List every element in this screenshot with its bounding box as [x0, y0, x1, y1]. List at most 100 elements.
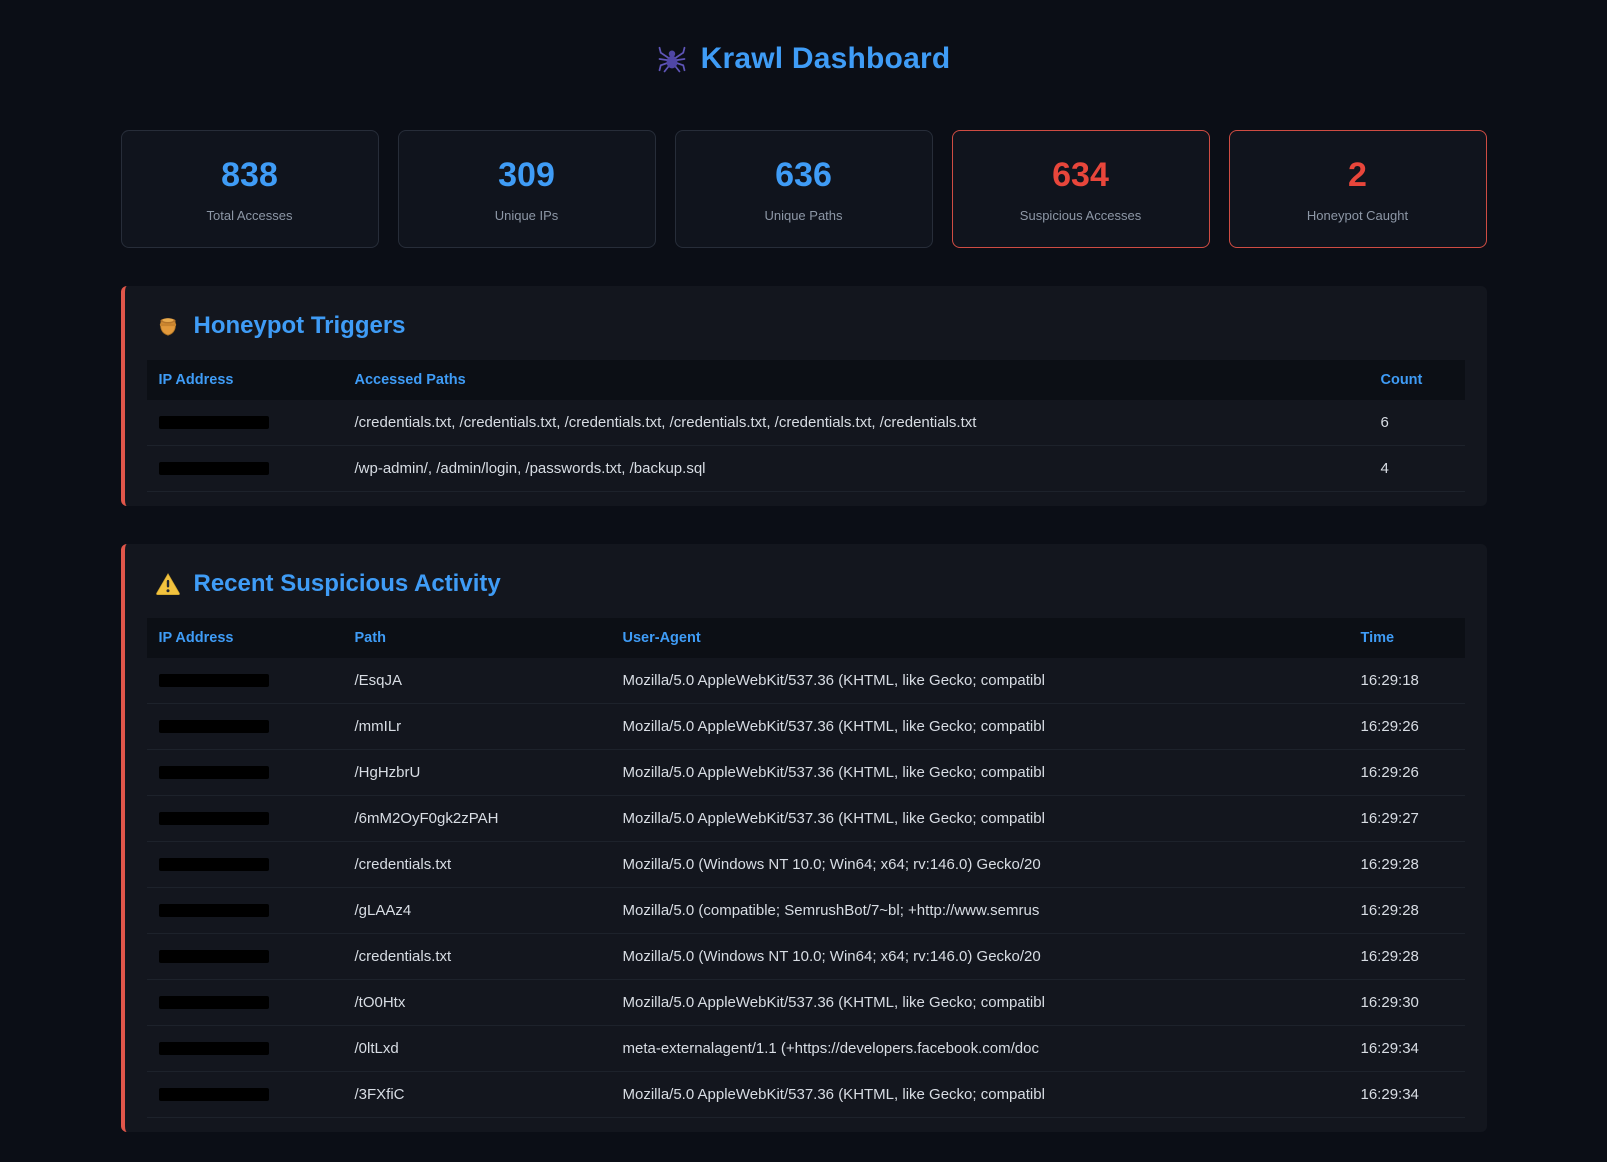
redacted-ip-bar — [159, 996, 269, 1009]
honeypot-table: IP Address Accessed Paths Count /credent… — [147, 360, 1465, 492]
ip-address-cell — [147, 703, 343, 749]
path-cell: /0ltLxd — [343, 1025, 611, 1071]
ip-address-cell — [147, 400, 343, 446]
stat-label: Suspicious Accesses — [963, 208, 1199, 223]
stat-value: 636 — [686, 157, 922, 194]
column-ip-address: IP Address — [147, 360, 343, 400]
header-row: IP Address Path User-Agent Time — [147, 618, 1465, 658]
count-cell: 6 — [1369, 400, 1465, 446]
suspicious-table-row: /credentials.txt Mozilla/5.0 (Windows NT… — [147, 841, 1465, 887]
stat-card-unique-paths: 636 Unique Paths — [675, 130, 933, 247]
redacted-ip-bar — [159, 950, 269, 963]
count-cell: 4 — [1369, 445, 1465, 491]
ip-address-cell — [147, 1071, 343, 1117]
time-cell: 16:29:28 — [1349, 887, 1465, 933]
time-cell: 16:29:18 — [1349, 658, 1465, 704]
honeypot-table-body: /credentials.txt, /credentials.txt, /cre… — [147, 400, 1465, 492]
ip-address-cell — [147, 795, 343, 841]
user-agent-cell: Mozilla/5.0 (Windows NT 10.0; Win64; x64… — [611, 933, 1349, 979]
stat-value: 2 — [1240, 157, 1476, 194]
time-cell: 16:29:26 — [1349, 703, 1465, 749]
honeypot-table-row: /wp-admin/, /admin/login, /passwords.txt… — [147, 445, 1465, 491]
suspicious-table-body: /EsqJA Mozilla/5.0 AppleWebKit/537.36 (K… — [147, 658, 1465, 1118]
stat-label: Total Accesses — [132, 208, 368, 223]
redacted-ip-bar — [159, 1042, 269, 1055]
page-title: Krawl Dashboard — [701, 42, 951, 76]
time-cell: 16:29:30 — [1349, 979, 1465, 1025]
dashboard-container: Krawl Dashboard 838 Total Accesses 309 U… — [121, 0, 1487, 1162]
path-cell: /3FXfiC — [343, 1071, 611, 1117]
spider-icon — [657, 44, 687, 74]
path-cell: /mmILr — [343, 703, 611, 749]
ip-address-cell — [147, 749, 343, 795]
user-agent-cell: Mozilla/5.0 (compatible; SemrushBot/7~bl… — [611, 887, 1349, 933]
stat-card-suspicious-accesses: 634 Suspicious Accesses — [952, 130, 1210, 247]
ip-address-cell — [147, 979, 343, 1025]
redacted-ip-bar — [159, 1088, 269, 1101]
redacted-ip-bar — [159, 462, 269, 475]
suspicious-table-row: /0ltLxd meta-externalagent/1.1 (+https:/… — [147, 1025, 1465, 1071]
accessed-paths-cell: /credentials.txt, /credentials.txt, /cre… — [343, 400, 1369, 446]
honeypot-section-heading: Honeypot Triggers — [155, 312, 1465, 340]
path-cell: /credentials.txt — [343, 841, 611, 887]
redacted-ip-bar — [159, 904, 269, 917]
stat-label: Unique IPs — [409, 208, 645, 223]
time-cell: 16:29:28 — [1349, 933, 1465, 979]
column-time: Time — [1349, 618, 1465, 658]
path-cell: /EsqJA — [343, 658, 611, 704]
user-agent-cell: Mozilla/5.0 AppleWebKit/537.36 (KHTML, l… — [611, 749, 1349, 795]
redacted-ip-bar — [159, 416, 269, 429]
stat-value: 634 — [963, 157, 1199, 194]
ip-address-cell — [147, 658, 343, 704]
path-cell: /gLAAz4 — [343, 887, 611, 933]
header-row: IP Address Accessed Paths Count — [147, 360, 1465, 400]
redacted-ip-bar — [159, 674, 269, 687]
suspicious-activity-section: Recent Suspicious Activity IP Address Pa… — [121, 544, 1487, 1132]
suspicious-heading-text: Recent Suspicious Activity — [194, 570, 501, 598]
honeypot-table-row: /credentials.txt, /credentials.txt, /cre… — [147, 400, 1465, 446]
user-agent-cell: Mozilla/5.0 AppleWebKit/537.36 (KHTML, l… — [611, 1071, 1349, 1117]
column-user-agent: User-Agent — [611, 618, 1349, 658]
suspicious-section-heading: Recent Suspicious Activity — [155, 570, 1465, 598]
suspicious-table-row: /mmILr Mozilla/5.0 AppleWebKit/537.36 (K… — [147, 703, 1465, 749]
column-count: Count — [1369, 360, 1465, 400]
path-cell: /6mM2OyF0gk2zPAH — [343, 795, 611, 841]
redacted-ip-bar — [159, 858, 269, 871]
redacted-ip-bar — [159, 720, 269, 733]
time-cell: 16:29:34 — [1349, 1071, 1465, 1117]
time-cell: 16:29:34 — [1349, 1025, 1465, 1071]
stat-card-unique-ips: 309 Unique IPs — [398, 130, 656, 247]
suspicious-table-header: IP Address Path User-Agent Time — [147, 618, 1465, 658]
time-cell: 16:29:27 — [1349, 795, 1465, 841]
stat-card-honeypot-caught: 2 Honeypot Caught — [1229, 130, 1487, 247]
ip-address-cell — [147, 887, 343, 933]
ip-address-cell — [147, 841, 343, 887]
time-cell: 16:29:28 — [1349, 841, 1465, 887]
path-cell: /credentials.txt — [343, 933, 611, 979]
path-cell: /HgHzbrU — [343, 749, 611, 795]
user-agent-cell: Mozilla/5.0 AppleWebKit/537.36 (KHTML, l… — [611, 979, 1349, 1025]
honeypot-heading-text: Honeypot Triggers — [194, 312, 406, 340]
column-path: Path — [343, 618, 611, 658]
stat-label: Unique Paths — [686, 208, 922, 223]
suspicious-table-row: /HgHzbrU Mozilla/5.0 AppleWebKit/537.36 … — [147, 749, 1465, 795]
honeypot-icon — [155, 313, 181, 339]
suspicious-table-row: /gLAAz4 Mozilla/5.0 (compatible; Semrush… — [147, 887, 1465, 933]
suspicious-table-row: /6mM2OyF0gk2zPAH Mozilla/5.0 AppleWebKit… — [147, 795, 1465, 841]
redacted-ip-bar — [159, 766, 269, 779]
user-agent-cell: meta-externalagent/1.1 (+https://develop… — [611, 1025, 1349, 1071]
column-accessed-paths: Accessed Paths — [343, 360, 1369, 400]
ip-address-cell — [147, 1025, 343, 1071]
user-agent-cell: Mozilla/5.0 AppleWebKit/537.36 (KHTML, l… — [611, 658, 1349, 704]
path-cell: /tO0Htx — [343, 979, 611, 1025]
stat-value: 838 — [132, 157, 368, 194]
stat-label: Honeypot Caught — [1240, 208, 1476, 223]
ip-address-cell — [147, 445, 343, 491]
honeypot-table-header: IP Address Accessed Paths Count — [147, 360, 1465, 400]
warning-icon — [155, 571, 181, 597]
suspicious-table: IP Address Path User-Agent Time /EsqJA M… — [147, 618, 1465, 1118]
honeypot-triggers-section: Honeypot Triggers IP Address Accessed Pa… — [121, 286, 1487, 506]
time-cell: 16:29:26 — [1349, 749, 1465, 795]
suspicious-table-row: /credentials.txt Mozilla/5.0 (Windows NT… — [147, 933, 1465, 979]
suspicious-table-row: /EsqJA Mozilla/5.0 AppleWebKit/537.36 (K… — [147, 658, 1465, 704]
